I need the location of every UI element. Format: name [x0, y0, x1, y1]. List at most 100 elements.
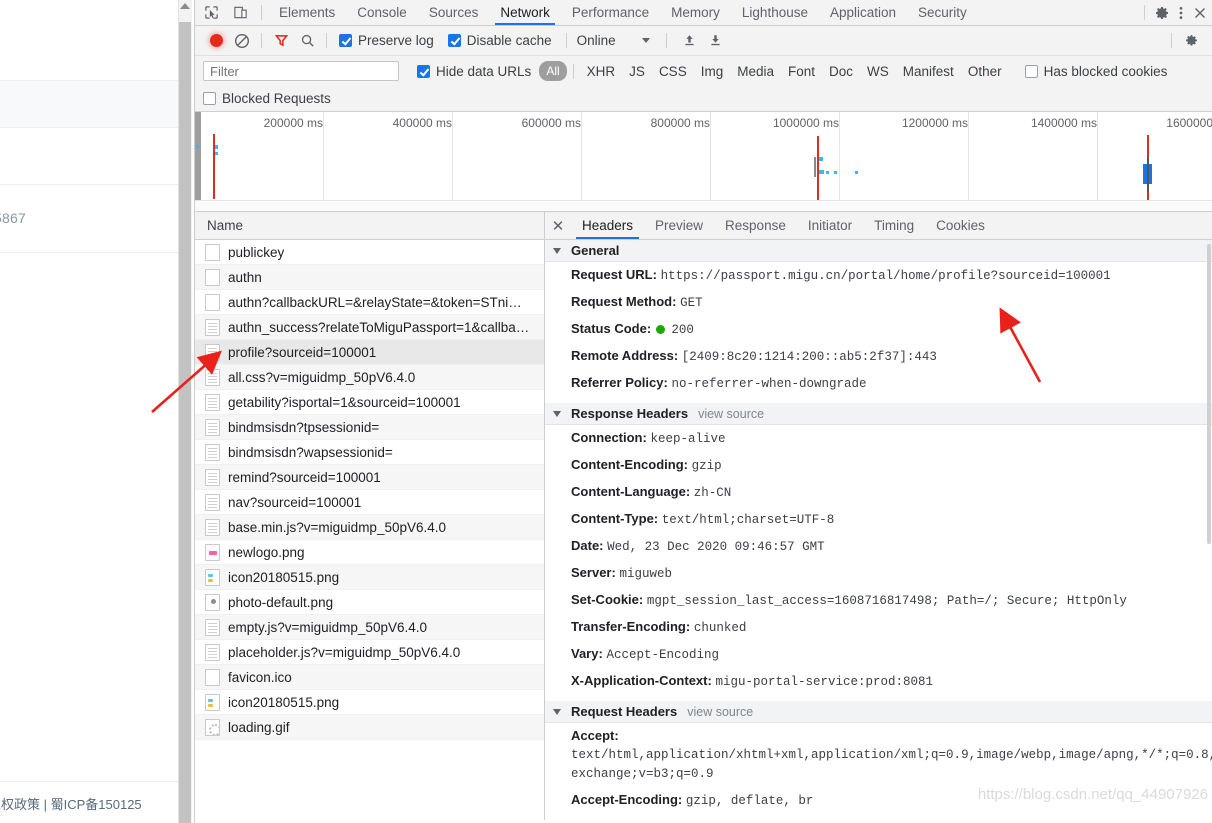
- detail-scrollbar-thumb[interactable]: [1207, 244, 1211, 544]
- network-overview-timeline[interactable]: 200000 ms 400000 ms 600000 ms 800000 ms …: [195, 112, 1212, 212]
- overview-gridline: [968, 112, 969, 200]
- disable-cache-checkbox[interactable]: Disable cache: [447, 33, 552, 48]
- table-row[interactable]: bindmsisdn?tpsessionid=: [195, 415, 544, 440]
- overview-load-marker: [817, 136, 819, 200]
- request-name: base.min.js?v=miguidmp_50pV6.4.0: [228, 519, 447, 535]
- header-line: Content-Language: zh-CN: [545, 479, 1212, 506]
- import-har-icon[interactable]: [677, 28, 703, 54]
- export-har-icon[interactable]: [703, 28, 729, 54]
- throttle-select[interactable]: Online: [577, 33, 650, 48]
- scroll-up-arrow-icon[interactable]: [180, 3, 190, 9]
- table-row[interactable]: publickey: [195, 240, 544, 265]
- request-name: empty.js?v=miguidmp_50pV6.4.0: [228, 619, 427, 635]
- inspect-element-icon[interactable]: [203, 4, 220, 21]
- overview-scrub-bar[interactable]: [195, 200, 1212, 211]
- filter-type-manifest[interactable]: Manifest: [896, 62, 961, 81]
- detail-scrollbar[interactable]: [1206, 240, 1212, 820]
- header-key: Accept:: [571, 728, 619, 743]
- filter-type-font[interactable]: Font: [781, 62, 822, 81]
- detail-tab-timing[interactable]: Timing: [863, 212, 925, 239]
- bg-partial-number: 5867: [0, 210, 26, 226]
- request-column-header-name[interactable]: Name: [195, 212, 544, 240]
- tab-memory[interactable]: Memory: [660, 0, 731, 25]
- filter-type-all[interactable]: All: [539, 61, 567, 81]
- table-row[interactable]: bindmsisdn?wapsessionid=: [195, 440, 544, 465]
- request-name: favicon.ico: [228, 669, 292, 685]
- detail-tab-preview[interactable]: Preview: [644, 212, 714, 239]
- table-row[interactable]: nav?sourceid=100001: [195, 490, 544, 515]
- preserve-log-checkbox[interactable]: Preserve log: [339, 33, 434, 48]
- kebab-menu-icon[interactable]: [1172, 4, 1189, 21]
- view-source-link-request[interactable]: view source: [687, 705, 753, 719]
- tab-lighthouse[interactable]: Lighthouse: [731, 0, 819, 25]
- table-row[interactable]: placeholder.js?v=miguidmp_50pV6.4.0: [195, 640, 544, 665]
- filter-funnel-icon[interactable]: [268, 28, 294, 54]
- header-line: Content-Type: text/html;charset=UTF-8: [545, 506, 1212, 533]
- section-header-request-headers[interactable]: Request Headers view source: [545, 701, 1212, 723]
- hide-data-urls-checkbox[interactable]: Hide data URLs: [417, 64, 531, 79]
- table-row[interactable]: loading.gif: [195, 715, 544, 740]
- section-header-general[interactable]: General: [545, 240, 1212, 262]
- header-key: Date:: [571, 538, 604, 553]
- search-icon[interactable]: [294, 28, 320, 54]
- detail-tab-response[interactable]: Response: [714, 212, 797, 239]
- table-row[interactable]: base.min.js?v=miguidmp_50pV6.4.0: [195, 515, 544, 540]
- record-button[interactable]: [203, 28, 229, 54]
- triangle-expanded-icon: [553, 708, 561, 715]
- filter-type-doc[interactable]: Doc: [822, 62, 860, 81]
- filter-input[interactable]: [203, 61, 399, 81]
- tab-application[interactable]: Application: [819, 0, 907, 25]
- blocked-requests-checkbox[interactable]: Blocked Requests: [203, 91, 331, 106]
- filter-type-css[interactable]: CSS: [652, 62, 694, 81]
- table-row[interactable]: authn_success?relateToMiguPassport=1&cal…: [195, 315, 544, 340]
- request-name: loading.gif: [228, 719, 290, 735]
- filter-type-ws[interactable]: WS: [860, 62, 896, 81]
- filter-type-xhr[interactable]: XHR: [580, 62, 623, 81]
- section-header-response-headers[interactable]: Response Headers view source: [545, 403, 1212, 425]
- table-row[interactable]: all.css?v=miguidmp_50pV6.4.0: [195, 365, 544, 390]
- detail-tab-headers[interactable]: Headers: [571, 212, 644, 239]
- clear-button[interactable]: [229, 28, 255, 54]
- table-row[interactable]: newlogo.png: [195, 540, 544, 565]
- table-row[interactable]: authn?callbackURL=&relayState=&token=STn…: [195, 290, 544, 315]
- header-key: Connection:: [571, 430, 647, 445]
- image-file-icon: [205, 568, 220, 586]
- filter-type-other[interactable]: Other: [961, 62, 1009, 81]
- network-split-view: Name publickey authn authn?callbackURL=&…: [195, 212, 1212, 820]
- view-source-link-response[interactable]: view source: [698, 407, 764, 421]
- header-line: Request Method: GET: [545, 289, 1212, 316]
- table-row[interactable]: authn: [195, 265, 544, 290]
- document-file-icon: [205, 518, 220, 536]
- filter-type-js[interactable]: JS: [622, 62, 652, 81]
- detail-tab-cookies[interactable]: Cookies: [925, 212, 996, 239]
- table-row-selected[interactable]: profile?sourceid=100001: [195, 340, 544, 365]
- overview-tick-label: 400000 ms: [392, 116, 452, 130]
- close-icon[interactable]: [1191, 4, 1208, 21]
- table-row[interactable]: favicon.ico: [195, 665, 544, 690]
- gear-icon[interactable]: [1153, 4, 1170, 21]
- request-name: photo-default.png: [228, 594, 334, 610]
- has-blocked-cookies-checkbox[interactable]: Has blocked cookies: [1024, 64, 1167, 79]
- detail-tab-initiator[interactable]: Initiator: [797, 212, 863, 239]
- tab-performance[interactable]: Performance: [561, 0, 660, 25]
- table-row[interactable]: icon20180515.png: [195, 690, 544, 715]
- page-scrollbar-thumb[interactable]: [179, 22, 191, 823]
- overview-gridline: [323, 112, 324, 200]
- overview-request-dot: [819, 170, 824, 174]
- filter-type-media[interactable]: Media: [730, 62, 781, 81]
- tab-security[interactable]: Security: [907, 0, 978, 25]
- tab-elements[interactable]: Elements: [268, 0, 346, 25]
- document-file-icon: [205, 443, 220, 461]
- filter-type-img[interactable]: Img: [694, 62, 731, 81]
- tab-sources[interactable]: Sources: [418, 0, 490, 25]
- table-row[interactable]: photo-default.png: [195, 590, 544, 615]
- table-row[interactable]: empty.js?v=miguidmp_50pV6.4.0: [195, 615, 544, 640]
- close-detail-icon[interactable]: ✕: [545, 212, 571, 239]
- table-row[interactable]: icon20180515.png: [195, 565, 544, 590]
- network-settings-gear-icon[interactable]: [1178, 28, 1204, 54]
- tab-network[interactable]: Network: [489, 0, 561, 25]
- device-toolbar-icon[interactable]: [232, 4, 249, 21]
- table-row[interactable]: getability?isportal=1&sourceid=100001: [195, 390, 544, 415]
- table-row[interactable]: remind?sourceid=100001: [195, 465, 544, 490]
- tab-console[interactable]: Console: [346, 0, 418, 25]
